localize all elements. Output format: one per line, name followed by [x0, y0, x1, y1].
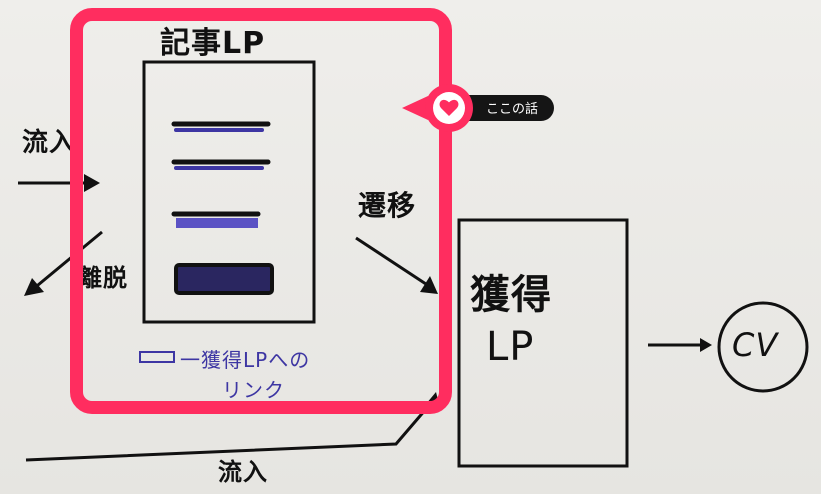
highlight-frame	[70, 8, 452, 414]
cv-arrowhead	[700, 338, 712, 352]
badge-label: ここの話	[486, 102, 539, 117]
badge-circle-inner	[433, 92, 465, 124]
inflow-label: 流入	[22, 128, 77, 158]
cv-label: CV	[732, 326, 779, 364]
badge-circle	[425, 84, 473, 132]
heart-icon	[439, 99, 459, 116]
bottom-inflow-label: 流入	[218, 458, 268, 486]
acquisition-lp-label-2: LP	[486, 324, 535, 370]
acquisition-lp-box	[457, 218, 629, 468]
acquisition-lp-label-1: 獲得	[470, 272, 552, 318]
